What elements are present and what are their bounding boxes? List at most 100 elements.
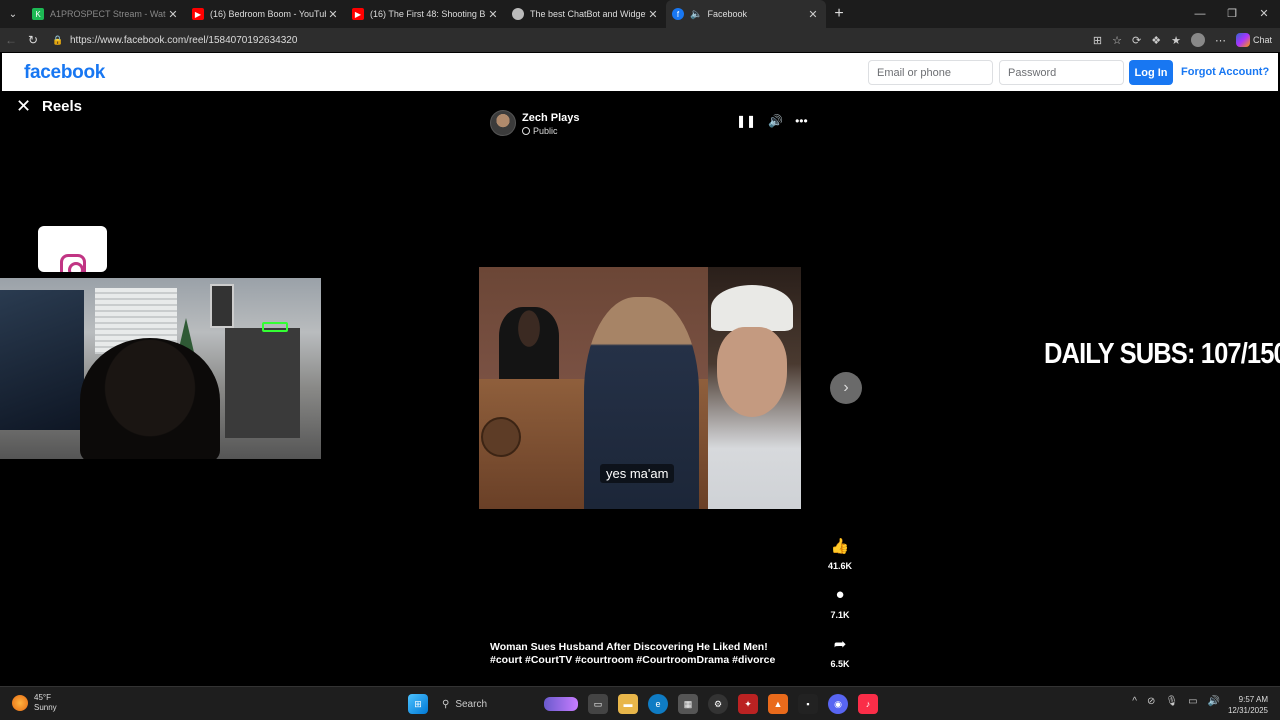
webcam-person	[80, 338, 220, 459]
sun-icon	[12, 695, 28, 711]
tab-title: Facebook	[707, 9, 747, 19]
facebook-logo[interactable]: facebook	[24, 62, 105, 84]
search-highlight-icon	[544, 697, 578, 711]
comment-icon[interactable]: ●	[823, 586, 857, 608]
share-action[interactable]: ➦ 6.5K	[823, 635, 857, 669]
windows-start-icon[interactable]: ⊞	[408, 694, 428, 714]
tab-title: (16) The First 48: Shooting Blind /	[370, 9, 486, 19]
facebook-header: facebook Log In Forgot Account?	[2, 53, 1278, 91]
daily-subs-overlay: DAILY SUBS: 107/150	[1044, 338, 1280, 370]
video-judge	[499, 307, 559, 379]
toolbar-actions: ⊞ ☆ ⟳ ❖ ★ ⋯ Chat	[1093, 28, 1272, 52]
webcam-wall-frame	[210, 284, 234, 328]
extensions-icon[interactable]: ⟳	[1132, 34, 1141, 47]
close-tab-icon[interactable]: ✕	[326, 8, 340, 21]
instagram-overlay-card	[38, 226, 107, 272]
facebook-favicon-icon: f	[672, 8, 684, 20]
tab-title: The best ChatBot and Widgets for	[530, 9, 646, 19]
favorites-icon[interactable]: ★	[1171, 34, 1181, 47]
author-name[interactable]: Zech Plays	[522, 112, 579, 124]
forgot-account-link[interactable]: Forgot Account?	[1181, 66, 1269, 78]
more-options-icon[interactable]: •••	[795, 114, 808, 128]
streamer-webcam-overlay	[0, 278, 321, 459]
tab-actions-menu-icon[interactable]: ⌄	[0, 0, 26, 28]
close-tab-icon[interactable]: ✕	[166, 8, 180, 21]
browser-tab[interactable]: K A1PROSPECT Stream - Watch ✕	[26, 0, 186, 28]
favorite-star-icon[interactable]: ☆	[1112, 34, 1122, 47]
close-icon[interactable]: ✕	[16, 96, 36, 117]
reel-description: Woman Sues Husband After Discovering He …	[490, 641, 776, 666]
call-of-duty-icon[interactable]: ▪	[798, 694, 818, 714]
browser-tab[interactable]: ▶ (16) The First 48: Shooting Blind / ✕	[346, 0, 506, 28]
email-field[interactable]	[868, 60, 993, 85]
globe-icon	[522, 127, 530, 135]
game-app-icon[interactable]: ✦	[738, 694, 758, 714]
chevron-right-icon: ›	[843, 379, 849, 396]
pause-icon[interactable]: ❚❚	[736, 114, 756, 128]
close-window-icon[interactable]: ✕	[1248, 0, 1280, 28]
share-count: 6.5K	[830, 659, 850, 669]
video-court-seal	[481, 417, 521, 457]
back-icon[interactable]: ←	[0, 33, 22, 47]
taskbar-apps: ⊞ ⚲ Search ▭ ▬ e ▦ ⚙ ✦ ▲ ▪ ◉ ♪	[408, 692, 878, 716]
edge-icon[interactable]: e	[648, 694, 668, 714]
minimize-icon[interactable]: —	[1184, 0, 1216, 28]
password-field[interactable]	[999, 60, 1124, 85]
video-reactor-cap	[711, 285, 793, 331]
clock-time: 9:57 AM	[1238, 695, 1268, 704]
browser-tabstrip: ⌄ K A1PROSPECT Stream - Watch ✕ ▶ (16) B…	[0, 0, 1280, 28]
audio-playing-icon[interactable]: 🔈	[690, 9, 702, 20]
discord-icon[interactable]: ◉	[828, 694, 848, 714]
taskbar-search[interactable]: ⚲ Search	[438, 692, 578, 716]
more-menu-icon[interactable]: ⋯	[1215, 34, 1226, 47]
speaker-icon[interactable]: 🔊	[1208, 696, 1220, 707]
chatbot-favicon-icon	[512, 8, 524, 20]
display-icon[interactable]: ▭	[1188, 696, 1197, 707]
address-bar-row: ← ↻ 🔒 https://www.facebook.com/reel/1584…	[0, 28, 1280, 52]
comment-action[interactable]: ● 7.1K	[823, 586, 857, 620]
store-icon[interactable]: ▦	[678, 694, 698, 714]
maximize-icon[interactable]: ❐	[1216, 0, 1248, 28]
volume-icon[interactable]: 🔊	[768, 114, 783, 128]
share-icon[interactable]: ➦	[823, 635, 857, 657]
url-field[interactable]: 🔒 https://www.facebook.com/reel/15840701…	[52, 31, 1102, 49]
profile-avatar[interactable]	[1190, 33, 1205, 47]
task-view-icon[interactable]: ▭	[588, 694, 608, 714]
copilot-chat-button[interactable]: Chat	[1235, 33, 1272, 47]
vlc-icon[interactable]: ▲	[768, 694, 788, 714]
settings-gear-icon[interactable]: ⚙	[708, 694, 728, 714]
page-title: Reels	[42, 98, 83, 115]
lock-icon[interactable]: 🔒	[52, 35, 66, 46]
like-action[interactable]: 👍 41.6K	[823, 537, 857, 571]
app-available-icon[interactable]: ⊞	[1093, 34, 1102, 47]
windows-taskbar: 45°F Sunny ⊞ ⚲ Search ▭ ▬ e ▦ ⚙ ✦ ▲ ▪ ◉ …	[0, 686, 1280, 720]
browser-tab[interactable]: ▶ (16) Bedroom Boom - YouTube ✕	[186, 0, 346, 28]
next-reel-button[interactable]: ›	[830, 372, 862, 404]
refresh-icon[interactable]: ↻	[22, 33, 44, 47]
music-icon[interactable]: ♪	[858, 694, 878, 714]
microphone-icon[interactable]: 🎙	[1165, 696, 1178, 707]
network-icon[interactable]: ⊘	[1147, 696, 1155, 707]
login-button[interactable]: Log In	[1129, 60, 1173, 85]
new-tab-icon[interactable]: +	[826, 5, 852, 23]
author-avatar[interactable]	[490, 110, 516, 136]
close-tab-icon[interactable]: ✕	[486, 8, 500, 21]
like-count: 41.6K	[827, 561, 853, 571]
tray-overflow-icon[interactable]: ^	[1132, 696, 1137, 707]
browser-essentials-icon[interactable]: ❖	[1151, 34, 1161, 47]
url-text: https://www.facebook.com/reel/1584070192…	[70, 34, 298, 46]
tab-title: (16) Bedroom Boom - YouTube	[210, 9, 326, 19]
youtube-favicon-icon: ▶	[192, 8, 204, 20]
weather-widget[interactable]: 45°F Sunny	[12, 693, 57, 713]
weather-temp: 45°F	[34, 693, 51, 702]
like-icon[interactable]: 👍	[823, 537, 857, 559]
visibility-indicator: Public	[522, 126, 558, 136]
visibility-label: Public	[533, 126, 558, 136]
comment-count: 7.1K	[830, 610, 850, 620]
file-explorer-icon[interactable]: ▬	[618, 694, 638, 714]
browser-tab-active[interactable]: f 🔈 Facebook ✕	[666, 0, 826, 28]
browser-tab[interactable]: The best ChatBot and Widgets for ✕	[506, 0, 666, 28]
close-tab-icon[interactable]: ✕	[806, 8, 820, 21]
close-tab-icon[interactable]: ✕	[646, 8, 660, 21]
taskbar-clock[interactable]: 9:57 AM 12/31/2025	[1228, 694, 1268, 716]
